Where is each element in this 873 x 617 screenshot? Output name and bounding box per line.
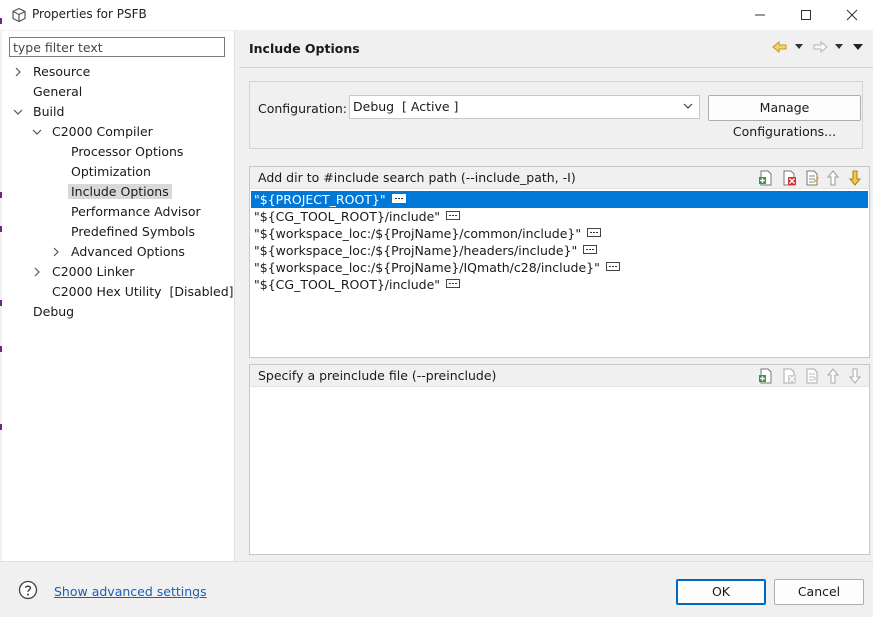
move-down-icon[interactable] <box>847 170 863 186</box>
tree-item-processor-options[interactable]: Processor Options <box>68 143 186 161</box>
filter-box[interactable] <box>9 37 225 57</box>
include-path-text: "${CG_TOOL_ROOT}/include" <box>254 209 441 224</box>
tree-item-label: Performance Advisor <box>71 204 201 219</box>
tree-item-include-options[interactable]: Include Options <box>68 183 172 201</box>
chevron-down-icon[interactable] <box>32 127 42 137</box>
chevron-right-icon[interactable] <box>51 247 61 257</box>
window-title: Properties for PSFB <box>32 7 147 21</box>
tree-item-label: C2000 Compiler <box>52 124 153 139</box>
include-path-panel: Add dir to #include search path (--inclu… <box>249 166 870 358</box>
tree-item-performance-advisor[interactable]: Performance Advisor <box>68 203 204 221</box>
preinclude-panel: Specify a preinclude file (--preinclude) <box>249 364 870 555</box>
tree-item-predefined-symbols[interactable]: Predefined Symbols <box>68 223 198 241</box>
tree-item-resource[interactable]: Resource <box>15 63 93 81</box>
edge-mark <box>0 18 2 24</box>
tree-item-label: Include Options <box>68 184 172 199</box>
preinclude-title: Specify a preinclude file (--preinclude) <box>258 368 497 383</box>
dialog-button-bar: Show advanced settings OK Cancel <box>0 561 873 617</box>
back-arrow-icon[interactable] <box>771 40 789 54</box>
move-up-icon <box>826 368 840 384</box>
include-path-text: "${CG_TOOL_ROOT}/include" <box>254 277 441 292</box>
include-path-item[interactable]: "${workspace_loc:/${ProjName}/common/inc… <box>251 225 868 242</box>
manage-configurations-button[interactable]: Manage Configurations... <box>708 95 861 139</box>
include-path-item[interactable]: "${workspace_loc:/${ProjName}/headers/in… <box>251 242 868 259</box>
tree-item-label: Advanced Options <box>71 244 185 259</box>
configuration-select[interactable]: Debug [ Active ] <box>349 95 700 119</box>
delete-icon[interactable] <box>781 170 797 186</box>
edit-icon[interactable] <box>804 170 820 186</box>
help-icon[interactable] <box>18 580 38 600</box>
maximize-button[interactable] <box>783 0 829 30</box>
chevron-down-icon <box>683 103 693 109</box>
filter-input[interactable] <box>10 38 224 56</box>
cancel-button[interactable]: Cancel <box>774 579 864 605</box>
chevron-right-icon[interactable] <box>13 67 23 77</box>
title-bar: Properties for PSFB <box>0 0 873 30</box>
add-icon[interactable] <box>758 170 774 186</box>
gear-cube-icon <box>12 7 26 23</box>
tree-item-label: C2000 Hex Utility [Disabled] <box>52 284 234 299</box>
tree-item-c2000-linker[interactable]: C2000 Linker <box>34 263 138 281</box>
view-menu-icon[interactable] <box>853 43 863 51</box>
configuration-group: Configuration: Debug [ Active ] Manage C… <box>249 81 863 149</box>
tree-item-label: General <box>33 84 83 99</box>
include-path-item[interactable]: "${workspace_loc:/${ProjName}/IQmath/c28… <box>251 259 868 276</box>
close-button[interactable] <box>829 0 873 30</box>
include-path-text: "${workspace_loc:/${ProjName}/common/inc… <box>254 226 582 241</box>
forward-arrow-icon[interactable] <box>811 40 829 54</box>
tree-item-label: Debug <box>33 304 75 319</box>
include-path-text: "${workspace_loc:/${ProjName}/headers/in… <box>254 243 578 258</box>
include-path-text: "${workspace_loc:/${ProjName}/IQmath/c28… <box>254 260 600 275</box>
add-icon[interactable] <box>758 368 774 384</box>
page-title: Include Options <box>249 41 360 56</box>
more-icon[interactable] <box>446 279 461 288</box>
tree-item-label: C2000 Linker <box>52 264 135 279</box>
include-path-item[interactable]: "${PROJECT_ROOT}" <box>251 191 868 208</box>
close-icon <box>846 9 858 21</box>
tree-item-build[interactable]: Build <box>13 103 67 121</box>
more-icon[interactable] <box>583 245 598 254</box>
tree-item-advanced-options[interactable]: Advanced Options <box>53 243 188 261</box>
tree-item-debug[interactable]: Debug <box>30 303 77 321</box>
include-path-item[interactable]: "${CG_TOOL_ROOT}/include" <box>251 276 868 293</box>
more-icon[interactable] <box>391 194 406 203</box>
back-history-dropdown-icon[interactable] <box>795 44 803 50</box>
forward-history-dropdown-icon[interactable] <box>835 44 843 50</box>
tree-item-label: Processor Options <box>71 144 184 159</box>
more-icon[interactable] <box>587 228 602 237</box>
include-path-title: Add dir to #include search path (--inclu… <box>258 170 576 185</box>
tree-item-label: Resource <box>33 64 91 79</box>
chevron-down-icon[interactable] <box>13 107 23 117</box>
chevron-right-icon[interactable] <box>32 267 42 277</box>
include-path-header: Add dir to #include search path (--inclu… <box>250 167 869 189</box>
include-path-text: "${PROJECT_ROOT}" <box>254 192 386 207</box>
tree-item-label: Predefined Symbols <box>71 224 195 239</box>
minimize-button[interactable] <box>737 0 783 30</box>
minimize-icon <box>755 14 765 16</box>
tree-item-general[interactable]: General <box>30 83 85 101</box>
more-icon[interactable] <box>605 262 620 271</box>
tree-item-label: Optimization <box>71 164 151 179</box>
include-path-item[interactable]: "${CG_TOOL_ROOT}/include" <box>251 208 868 225</box>
tree-item-c2000-hex-utility[interactable]: C2000 Hex Utility [Disabled] <box>49 283 237 301</box>
delete-icon <box>783 368 796 384</box>
ok-button[interactable]: OK <box>676 579 766 605</box>
tree-item-optimization[interactable]: Optimization <box>68 163 154 181</box>
header-divider <box>239 67 873 68</box>
edit-icon <box>806 368 819 384</box>
configuration-label: Configuration: <box>258 101 347 116</box>
tree-item-label: Build <box>33 104 65 119</box>
more-icon[interactable] <box>446 211 461 220</box>
move-up-icon[interactable] <box>825 170 841 186</box>
tree-item-c2000-compiler[interactable]: C2000 Compiler <box>32 123 156 141</box>
maximize-icon <box>801 10 811 20</box>
properties-page: Include Options Configuration: Debug [ A… <box>239 31 873 561</box>
property-tree-pane: Resource General Build C2000 Compiler Pr… <box>2 31 235 561</box>
configuration-value: Debug [ Active ] <box>353 99 459 114</box>
show-advanced-settings-link[interactable]: Show advanced settings <box>54 584 207 599</box>
move-down-icon <box>848 368 862 384</box>
preinclude-header: Specify a preinclude file (--preinclude) <box>250 365 869 387</box>
